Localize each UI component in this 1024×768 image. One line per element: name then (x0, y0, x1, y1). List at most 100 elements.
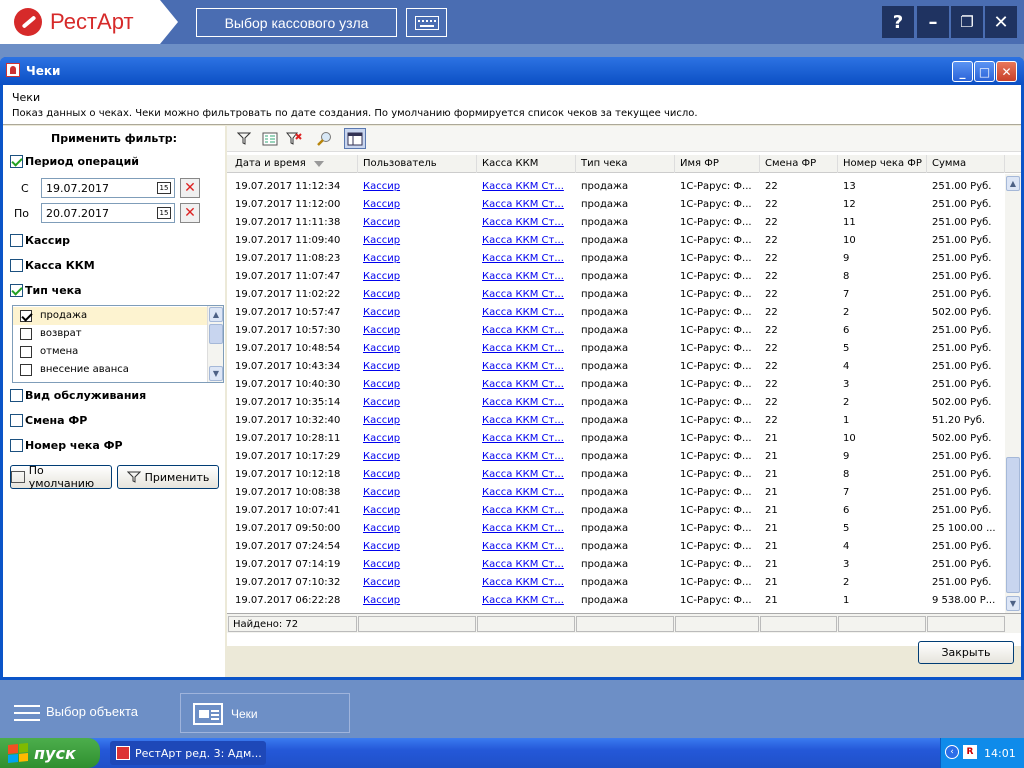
kkm-link[interactable]: Касса ККМ Ст... (482, 343, 575, 354)
from-date-input[interactable]: 19.07.2017 15 (41, 178, 175, 198)
user-link[interactable]: Кассир (363, 307, 476, 318)
kkm-link[interactable]: Касса ККМ Ст... (482, 577, 575, 588)
kkm-link[interactable]: Касса ККМ Ст... (482, 415, 575, 426)
table-row[interactable]: 19.07.2017 11:11:38 Кассир Касса ККМ Ст...… (227, 214, 1005, 232)
kkm-link[interactable]: Касса ККМ Ст... (482, 307, 575, 318)
clear-from-date-button[interactable]: ✕ (180, 178, 200, 198)
window-minimize-button[interactable]: _ (952, 61, 973, 82)
user-link[interactable]: Кассир (363, 577, 476, 588)
user-link[interactable]: Кассир (363, 271, 476, 282)
period-checkbox[interactable] (10, 155, 23, 168)
taskbar-item[interactable]: РестАрт ред. 3: Адм... (110, 741, 266, 765)
object-tab-checks[interactable]: Чеки (180, 693, 350, 733)
check-number-checkbox[interactable] (10, 439, 23, 452)
list-item-checkbox[interactable] (20, 328, 32, 340)
to-date-input[interactable]: 20.07.2017 15 (41, 203, 175, 223)
table-row[interactable]: 19.07.2017 10:32:40 Кассир Касса ККМ Ст...… (227, 412, 1005, 430)
user-link[interactable]: Кассир (363, 379, 476, 390)
service-type-checkbox[interactable] (10, 389, 23, 402)
kkm-link[interactable]: Касса ККМ Ст... (482, 397, 575, 408)
user-link[interactable]: Кассир (363, 181, 476, 192)
kkm-link[interactable]: Касса ККМ Ст... (482, 379, 575, 390)
user-link[interactable]: Кассир (363, 361, 476, 372)
window-titlebar[interactable]: Чеки _ □ ✕ (0, 57, 1024, 85)
filter-button[interactable] (233, 128, 255, 149)
list-item-checkbox[interactable] (20, 364, 32, 376)
table-row[interactable]: 19.07.2017 07:14:19 Кассир Касса ККМ Ст...… (227, 556, 1005, 574)
tray-expand-icon[interactable]: ‹ (945, 745, 959, 759)
user-link[interactable]: Кассир (363, 451, 476, 462)
user-link[interactable]: Кассир (363, 505, 476, 516)
list-item[interactable]: возврат (13, 325, 207, 343)
kkm-link[interactable]: Касса ККМ Ст... (482, 289, 575, 300)
user-link[interactable]: Кассир (363, 199, 476, 210)
list-item-checkbox[interactable] (20, 346, 32, 358)
close-button[interactable]: Закрыть (918, 641, 1014, 664)
user-link[interactable]: Кассир (363, 523, 476, 534)
table-row[interactable]: 19.07.2017 11:12:34 Кассир Касса ККМ Ст...… (227, 178, 1005, 196)
kkm-link[interactable]: Касса ККМ Ст... (482, 559, 575, 570)
table-row[interactable]: 19.07.2017 10:57:47 Кассир Касса ККМ Ст...… (227, 304, 1005, 322)
column-header[interactable]: Номер чека ФР (838, 155, 927, 173)
list-item[interactable]: продажа (13, 307, 207, 325)
kkm-link[interactable]: Касса ККМ Ст... (482, 217, 575, 228)
user-link[interactable]: Кассир (363, 433, 476, 444)
scroll-down-icon[interactable]: ▼ (209, 366, 223, 381)
scroll-thumb[interactable] (209, 324, 223, 344)
table-row[interactable]: 19.07.2017 10:28:11 Кассир Касса ККМ Ст...… (227, 430, 1005, 448)
kkm-link[interactable]: Касса ККМ Ст... (482, 469, 575, 480)
table-row[interactable]: 19.07.2017 10:35:14 Кассир Касса ККМ Ст...… (227, 394, 1005, 412)
search-button[interactable] (313, 128, 335, 149)
filter-list-button[interactable] (259, 128, 281, 149)
kkm-link[interactable]: Касса ККМ Ст... (482, 523, 575, 534)
column-header[interactable]: Тип чека (576, 155, 675, 173)
kkm-link[interactable]: Касса ККМ Ст... (482, 235, 575, 246)
table-row[interactable]: 19.07.2017 10:17:29 Кассир Касса ККМ Ст...… (227, 448, 1005, 466)
table-row[interactable]: 19.07.2017 10:40:30 Кассир Касса ККМ Ст...… (227, 376, 1005, 394)
table-row[interactable]: 19.07.2017 07:10:32 Кассир Касса ККМ Ст...… (227, 574, 1005, 592)
table-row[interactable]: 19.07.2017 10:07:41 Кассир Касса ККМ Ст...… (227, 502, 1005, 520)
column-header[interactable]: Дата и время (230, 155, 358, 173)
start-button[interactable]: пуск (0, 738, 100, 768)
list-item[interactable]: внесение аванса (13, 361, 207, 379)
list-scrollbar[interactable]: ▲ ▼ (207, 306, 223, 382)
user-link[interactable]: Кассир (363, 541, 476, 552)
user-link[interactable]: Кассир (363, 397, 476, 408)
kkm-link[interactable]: Касса ККМ Ст... (482, 433, 575, 444)
help-button[interactable]: ? (882, 6, 914, 38)
column-header[interactable]: Имя ФР (675, 155, 760, 173)
app-minimize-button[interactable]: – (917, 6, 949, 38)
kkm-link[interactable]: Касса ККМ Ст... (482, 325, 575, 336)
kkm-link[interactable]: Касса ККМ Ст... (482, 451, 575, 462)
default-button[interactable]: По умолчанию (10, 464, 112, 490)
calendar-icon[interactable]: 15 (157, 182, 171, 194)
user-link[interactable]: Кассир (363, 469, 476, 480)
table-row[interactable]: 19.07.2017 06:22:28 Кассир Касса ККМ Ст...… (227, 592, 1005, 610)
table-row[interactable]: 19.07.2017 11:08:23 Кассир Касса ККМ Ст...… (227, 250, 1005, 268)
table-row[interactable]: 19.07.2017 11:07:47 Кассир Касса ККМ Ст...… (227, 268, 1005, 286)
column-header[interactable]: Пользователь (358, 155, 477, 173)
check-type-checkbox[interactable] (10, 284, 23, 297)
user-link[interactable]: Кассир (363, 487, 476, 498)
table-row[interactable]: 19.07.2017 10:43:34 Кассир Касса ККМ Ст...… (227, 358, 1005, 376)
user-link[interactable]: Кассир (363, 253, 476, 264)
window-maximize-button[interactable]: □ (974, 61, 995, 82)
scroll-down-icon[interactable]: ▼ (1006, 596, 1020, 611)
kkm-link[interactable]: Касса ККМ Ст... (482, 541, 575, 552)
table-row[interactable]: 19.07.2017 10:08:38 Кассир Касса ККМ Ст...… (227, 484, 1005, 502)
grid-scrollbar[interactable]: ▲ ▼ (1005, 174, 1021, 613)
list-item[interactable]: отмена (13, 343, 207, 361)
table-row[interactable]: 19.07.2017 09:50:00 Кассир Касса ККМ Ст...… (227, 520, 1005, 538)
app-restore-button[interactable]: ❐ (951, 6, 983, 38)
user-link[interactable]: Кассир (363, 415, 476, 426)
column-header[interactable]: Касса ККМ (477, 155, 576, 173)
filter-clear-button[interactable] (283, 128, 305, 149)
kkm-checkbox[interactable] (10, 259, 23, 272)
cashier-checkbox[interactable] (10, 234, 23, 247)
user-link[interactable]: Кассир (363, 559, 476, 570)
table-row[interactable]: 19.07.2017 11:02:22 Кассир Касса ККМ Ст...… (227, 286, 1005, 304)
kkm-link[interactable]: Касса ККМ Ст... (482, 361, 575, 372)
shift-checkbox[interactable] (10, 414, 23, 427)
user-link[interactable]: Кассир (363, 325, 476, 336)
kkm-link[interactable]: Касса ККМ Ст... (482, 181, 575, 192)
